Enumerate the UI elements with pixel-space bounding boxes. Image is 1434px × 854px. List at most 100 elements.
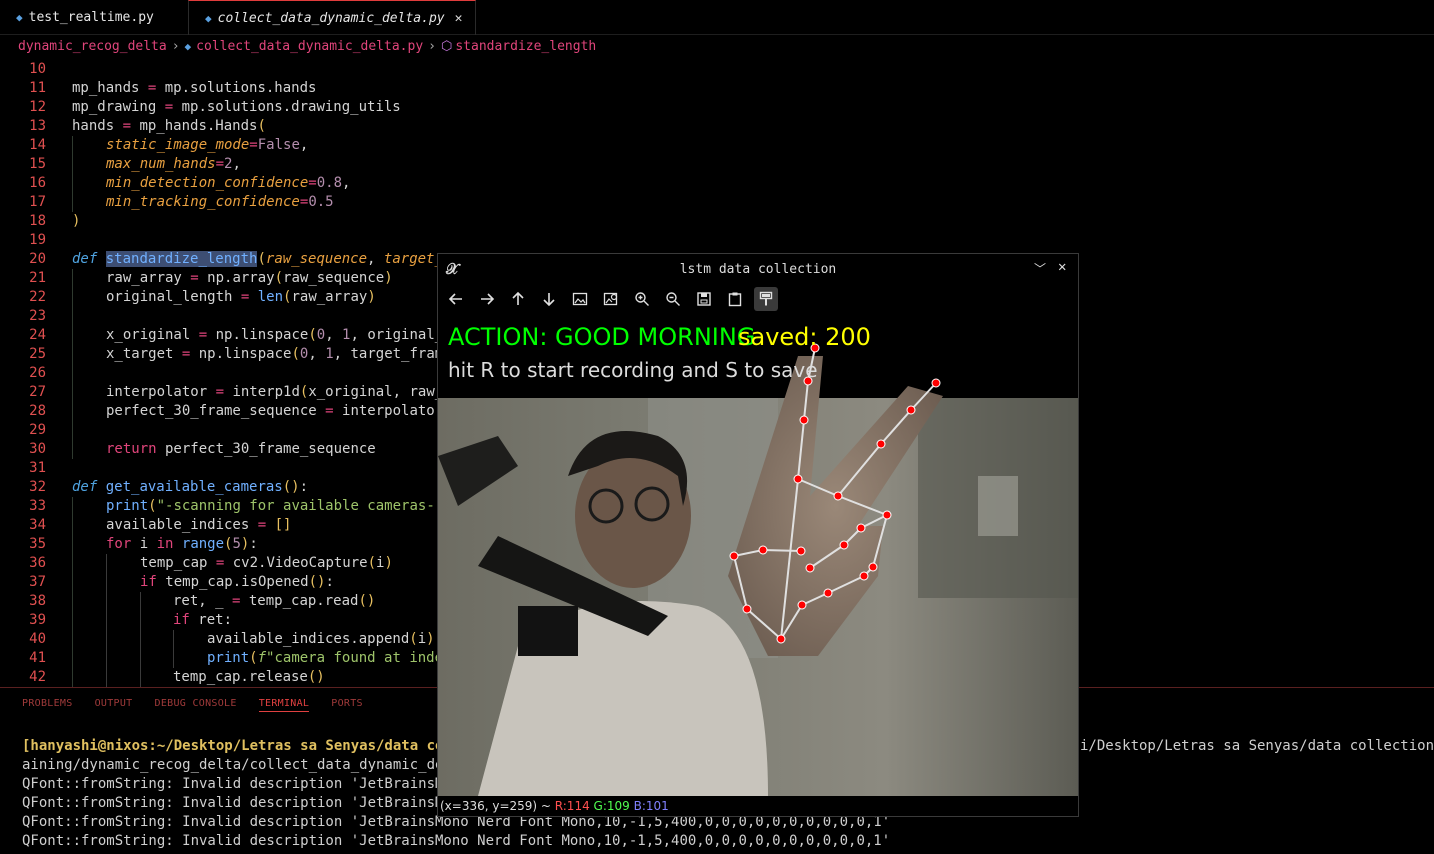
zoom-in-button[interactable]	[630, 287, 654, 311]
chevron-down-icon[interactable]: ﹀	[1034, 260, 1046, 277]
shelf-object	[978, 476, 1018, 536]
code-text: static_image_mode=False,	[106, 137, 309, 153]
landmark-point	[859, 571, 869, 581]
code-text: available_indices = []	[106, 517, 292, 533]
code-line[interactable]: 17 min_tracking_confidence=0.5	[0, 193, 1434, 212]
code-text: original_length = len(raw_array)	[106, 289, 376, 305]
code-line[interactable]: 16 min_detection_confidence=0.8,	[0, 174, 1434, 193]
overlay-hint-text: hit R to start recording and S to save	[448, 358, 818, 382]
landmark-point	[742, 604, 752, 614]
arrow-up-icon	[512, 291, 524, 305]
landmark-point	[797, 600, 807, 610]
landmark-point	[833, 491, 843, 501]
line-number: 19	[29, 232, 46, 248]
line-number: 20	[29, 251, 46, 267]
code-text: mp_drawing = mp.solutions.drawing_utils	[72, 99, 401, 115]
zoom-fit-button[interactable]	[599, 287, 623, 311]
landmark-point	[931, 378, 941, 388]
code-text: hands = mp_hands.Hands(	[72, 118, 266, 134]
code-line[interactable]: 19	[0, 231, 1434, 250]
pan-right-button[interactable]	[475, 287, 499, 311]
code-line[interactable]: 10	[0, 60, 1434, 79]
zoom-out-button[interactable]	[661, 287, 685, 311]
code-line[interactable]: 12 mp_drawing = mp.solutions.drawing_util…	[0, 98, 1434, 117]
tab-test-realtime[interactable]: ◆ test_realtime.py	[0, 0, 188, 35]
close-tab-icon[interactable]: ✕	[455, 11, 463, 26]
code-line[interactable]: 18)	[0, 212, 1434, 231]
line-number: 33	[29, 498, 46, 514]
function-symbol-icon: ⬡	[440, 38, 453, 54]
landmark-connection	[762, 549, 802, 552]
landmark-point	[839, 540, 849, 550]
pixel-green-value: G:109	[593, 799, 630, 813]
breadcrumb-symbol[interactable]: standardize_length	[455, 39, 596, 54]
landmark-point	[799, 415, 809, 425]
line-number: 23	[29, 308, 46, 324]
save-icon	[697, 292, 711, 306]
landmark-point	[796, 546, 806, 556]
landmark-point	[776, 634, 786, 644]
opencv-window[interactable]: 𝒳 lstm data collection ﹀ ✕ ACTION: GOOD …	[437, 253, 1079, 817]
code-line[interactable]: 14 static_image_mode=False,	[0, 136, 1434, 155]
tab-collect-data-dynamic-delta[interactable]: ◆ collect_data_dynamic_delta.py ✕	[188, 0, 476, 35]
landmark-point	[856, 523, 866, 533]
webcam-frame[interactable]: ACTION: GOOD MORNING saved: 200 hit R to…	[438, 316, 1078, 796]
line-number: 40	[29, 631, 46, 647]
line-number: 15	[29, 156, 46, 172]
line-number: 29	[29, 422, 46, 438]
code-text: interpolator = interp1d(x_original, raw_	[106, 384, 444, 400]
copy-clipboard-button[interactable]	[723, 287, 747, 311]
tab-terminal[interactable]: TERMINAL	[258, 698, 310, 712]
line-number: 12	[29, 99, 46, 115]
pan-left-button[interactable]	[444, 287, 468, 311]
terminal-line: aining/dynamic_recog_delta/collect_data_…	[22, 757, 461, 773]
line-number: 39	[29, 612, 46, 628]
line-number: 34	[29, 517, 46, 533]
pixel-red-value: R:114	[554, 799, 590, 813]
code-line[interactable]: 11 mp_hands = mp.solutions.hands	[0, 79, 1434, 98]
zoom-image-button[interactable]	[568, 287, 592, 311]
code-text: available_indices.append(i)	[207, 631, 435, 647]
python-file-icon: ◆	[205, 11, 212, 25]
line-number: 41	[29, 650, 46, 666]
zoom-in-icon	[635, 292, 649, 306]
line-number: 10	[29, 61, 46, 77]
clipboard-icon	[728, 292, 742, 307]
line-number: 42	[29, 669, 46, 685]
code-text: print(f"camera found at inde	[207, 650, 444, 666]
pan-down-button[interactable]	[537, 287, 561, 311]
line-number: 11	[29, 80, 46, 96]
window-titlebar[interactable]: 𝒳 lstm data collection ﹀ ✕	[438, 254, 1078, 284]
close-window-icon[interactable]: ✕	[1058, 259, 1066, 275]
code-text: x_target = np.linspace(0, 1, target_fram	[106, 346, 444, 362]
tab-debug-console[interactable]: DEBUG CONSOLE	[155, 698, 237, 712]
tab-output[interactable]: OUTPUT	[95, 698, 133, 712]
pixel-blue-value: B:101	[633, 799, 669, 813]
code-text: temp_cap.release()	[173, 669, 325, 685]
breadcrumb-file[interactable]: collect_data_dynamic_delta.py	[196, 39, 423, 54]
save-image-button[interactable]	[692, 287, 716, 311]
line-number: 18	[29, 213, 46, 229]
line-number: 21	[29, 270, 46, 286]
code-line[interactable]: 13 hands = mp_hands.Hands(	[0, 117, 1434, 136]
properties-button[interactable]	[754, 287, 778, 311]
landmark-point	[758, 545, 768, 555]
tab-label: collect_data_dynamic_delta.py	[217, 10, 445, 26]
tab-ports[interactable]: PORTS	[331, 698, 363, 712]
breadcrumb-folder[interactable]: dynamic_recog_delta	[18, 39, 167, 54]
code-text: )	[72, 213, 81, 229]
code-text: temp_cap = cv2.VideoCapture(i)	[140, 555, 393, 571]
image-zoom-icon	[603, 292, 618, 306]
code-text: for i in range(5):	[106, 536, 258, 552]
line-number: 13	[29, 118, 46, 134]
line-number: 17	[29, 194, 46, 210]
line-number: 32	[29, 479, 46, 495]
terminal-line-overflow: i/Desktop/Letras sa Senyas/data collecti…	[1080, 738, 1434, 754]
pan-up-button[interactable]	[506, 287, 530, 311]
code-line[interactable]: 15 max_num_hands=2,	[0, 155, 1434, 174]
cursor-position: (x=336, y=259) ~	[440, 799, 555, 813]
pixel-status-bar: (x=336, y=259) ~ R:114 G:109 B:101	[440, 799, 669, 813]
editor-tab-bar: ◆ test_realtime.py ◆ collect_data_dynami…	[0, 0, 1434, 35]
tab-problems[interactable]: PROBLEMS	[22, 698, 73, 712]
python-file-icon: ◆	[184, 39, 192, 53]
